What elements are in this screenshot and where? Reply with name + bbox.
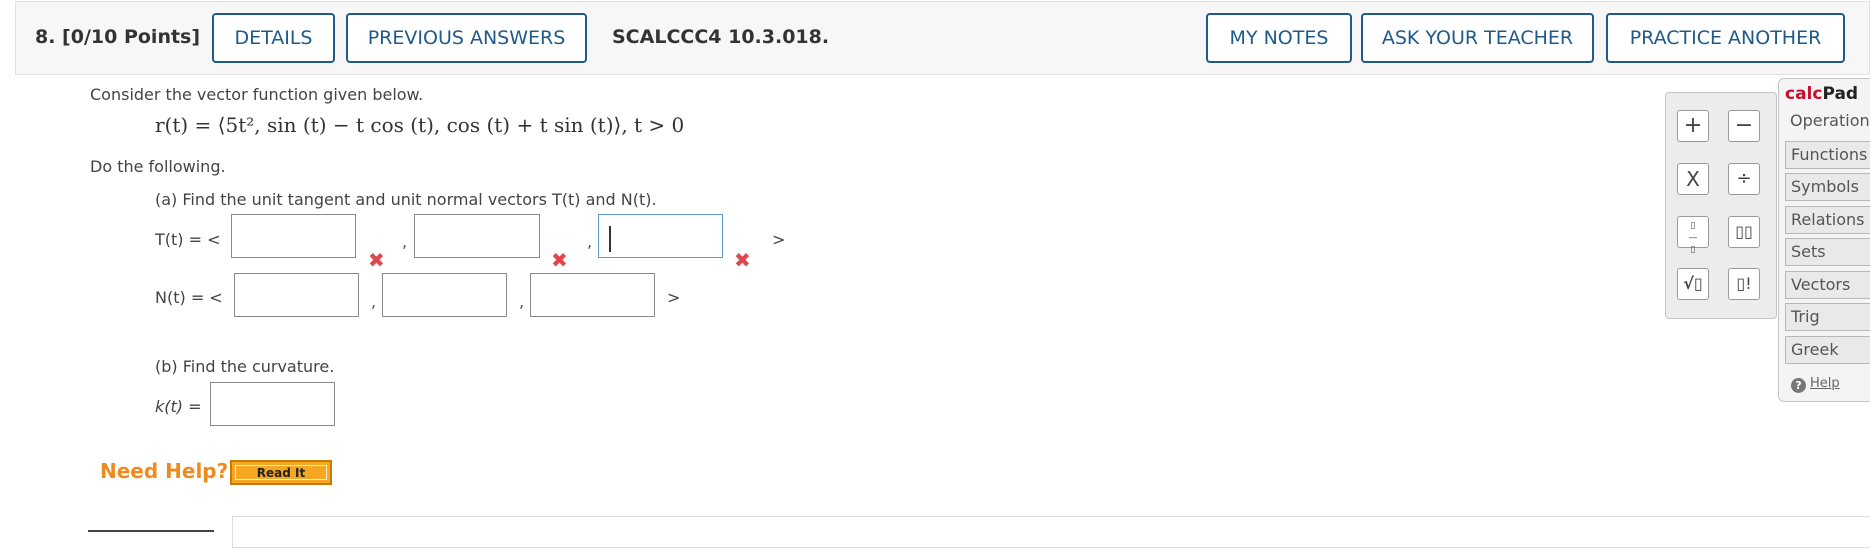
multiply-key[interactable]: X	[1677, 163, 1709, 195]
minus-key[interactable]: −	[1728, 110, 1760, 142]
n-component-2-input[interactable]	[382, 273, 507, 317]
comma-separator: ,	[371, 292, 377, 311]
exponent-key[interactable]: ▯▯	[1728, 216, 1760, 248]
t-component-3-input[interactable]	[598, 214, 723, 258]
divide-key[interactable]: ÷	[1728, 163, 1760, 195]
part-b-prompt: (b) Find the curvature.	[155, 357, 335, 376]
calcpad-tab-vectors[interactable]: Vectors	[1785, 271, 1870, 299]
incorrect-icon: ✖	[368, 248, 385, 272]
ask-your-teacher-button[interactable]: ASK YOUR TEACHER	[1361, 13, 1594, 63]
sqrt-key[interactable]: √▯	[1677, 268, 1709, 300]
n-close-bracket: >	[667, 288, 681, 307]
comma-separator: ,	[587, 232, 593, 251]
n-vector-label: N(t) = <	[155, 288, 223, 307]
t-component-1-input[interactable]	[231, 214, 356, 258]
problem-intro: Consider the vector function given below…	[90, 85, 424, 104]
calcpad-tab-functions[interactable]: Functions	[1785, 141, 1870, 169]
next-section-box	[232, 516, 1870, 548]
need-help-label: Need Help?	[100, 459, 229, 483]
calcpad-title-pad: Pad	[1822, 84, 1859, 104]
details-button[interactable]: DETAILS	[212, 13, 335, 63]
factorial-key[interactable]: ▯!	[1728, 268, 1760, 300]
incorrect-icon: ✖	[551, 248, 568, 272]
calcpad-tab-symbols[interactable]: Symbols	[1785, 173, 1870, 201]
incorrect-icon: ✖	[734, 248, 751, 272]
question-reference: SCALCCC4 10.3.018.	[612, 26, 830, 48]
calcpad-tab-trig[interactable]: Trig	[1785, 303, 1870, 331]
comma-separator: ,	[402, 232, 408, 251]
problem-instruction: Do the following.	[90, 157, 226, 176]
n-component-3-input[interactable]	[530, 273, 655, 317]
curvature-label: k(t) =	[155, 397, 202, 416]
text-cursor	[609, 226, 611, 252]
plus-key[interactable]: +	[1677, 110, 1709, 142]
fraction-key[interactable]: ▯ — ▯	[1677, 216, 1709, 255]
read-it-label: Read It	[256, 466, 306, 480]
part-a-prompt: (a) Find the unit tangent and unit norma…	[155, 190, 657, 209]
calcpad-help-link[interactable]: Help	[1810, 376, 1840, 391]
question-number: 8. [0/10 Points]	[35, 26, 201, 48]
t-component-2-input[interactable]	[414, 214, 540, 258]
calcpad-tab-operations[interactable]: Operations	[1785, 108, 1870, 136]
comma-separator: ,	[519, 292, 525, 311]
t-vector-label: T(t) = <	[155, 230, 221, 249]
calcpad-tab-greek[interactable]: Greek	[1785, 336, 1870, 364]
next-section-bar	[88, 530, 214, 532]
calcpad-tab-sets[interactable]: Sets	[1785, 238, 1870, 266]
t-close-bracket: >	[772, 230, 786, 249]
n-component-1-input[interactable]	[234, 273, 359, 317]
practice-another-button[interactable]: PRACTICE ANOTHER	[1606, 13, 1845, 63]
previous-answers-button[interactable]: PREVIOUS ANSWERS	[346, 13, 587, 63]
vector-function-equation: r(t) = ⟨5t², sin (t) − t cos (t), cos (t…	[155, 113, 685, 137]
read-it-button[interactable]: Read It	[230, 460, 332, 485]
calcpad-title: calcPad	[1785, 84, 1858, 104]
my-notes-button[interactable]: MY NOTES	[1206, 13, 1352, 63]
calcpad-title-calc: calc	[1785, 84, 1823, 104]
calcpad-tab-relations[interactable]: Relations	[1785, 206, 1870, 234]
help-icon: ?	[1791, 378, 1806, 393]
curvature-input[interactable]	[210, 382, 335, 426]
